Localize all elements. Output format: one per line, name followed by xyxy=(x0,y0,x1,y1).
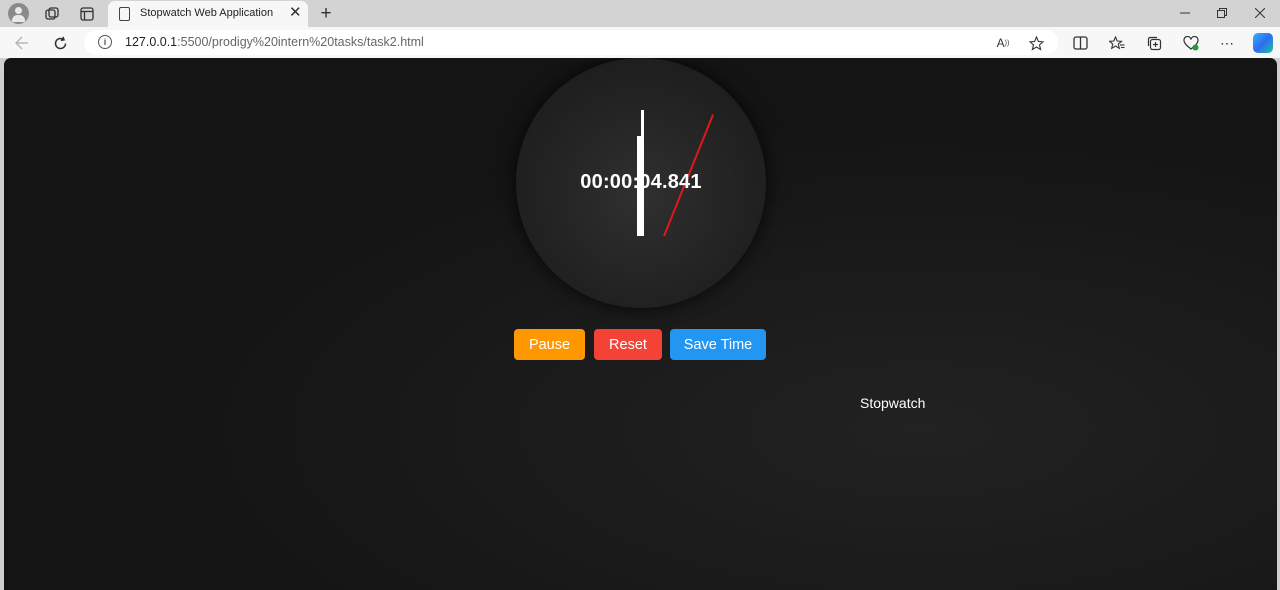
tab-stopwatch[interactable]: Stopwatch Web Application ✕ xyxy=(108,1,308,27)
site-info-icon[interactable]: i xyxy=(98,35,112,49)
time-display: 00:00:04.841 xyxy=(580,171,702,193)
tab-strip: Stopwatch Web Application ✕ + xyxy=(0,0,1280,27)
restore-icon[interactable] xyxy=(1210,3,1234,23)
favorite-star-icon[interactable] xyxy=(1027,34,1045,52)
reset-button[interactable]: Reset xyxy=(594,329,662,360)
more-options-icon[interactable]: ⋯ xyxy=(1217,33,1237,53)
collections-icon[interactable] xyxy=(1144,33,1164,53)
save-time-button[interactable]: Save Time xyxy=(670,329,766,360)
page-icon xyxy=(119,7,130,21)
pause-button[interactable]: Pause xyxy=(514,329,585,360)
minimize-icon[interactable] xyxy=(1173,3,1197,23)
new-tab-icon[interactable]: + xyxy=(316,3,336,24)
favorites-icon[interactable] xyxy=(1107,33,1127,53)
browser-toolbar: i 127.0.0.1:5500/prodigy%20intern%20task… xyxy=(0,27,1280,58)
profile-avatar-icon[interactable] xyxy=(8,3,29,24)
close-tab-icon[interactable]: ✕ xyxy=(289,5,302,21)
tab-title: Stopwatch Web Application xyxy=(140,7,274,19)
address-bar[interactable]: i 127.0.0.1:5500/prodigy%20intern%20task… xyxy=(84,30,1058,55)
split-screen-icon[interactable] xyxy=(1070,33,1090,53)
read-aloud-icon[interactable]: A)) xyxy=(994,34,1012,52)
reload-icon[interactable] xyxy=(49,32,71,54)
page-viewport: 00:00:04.841 Pause Reset Save Time Stopw… xyxy=(4,58,1277,590)
workspaces-icon[interactable] xyxy=(42,4,62,24)
close-window-icon[interactable] xyxy=(1248,3,1272,23)
stopwatch-label: Stopwatch xyxy=(860,395,926,411)
back-arrow-icon[interactable] xyxy=(11,32,33,54)
browser-essentials-icon[interactable] xyxy=(1181,33,1201,53)
copilot-icon[interactable] xyxy=(1253,33,1273,53)
url-text[interactable]: 127.0.0.1:5500/prodigy%20intern%20tasks/… xyxy=(125,35,424,49)
tab-actions-icon[interactable] xyxy=(77,4,97,24)
